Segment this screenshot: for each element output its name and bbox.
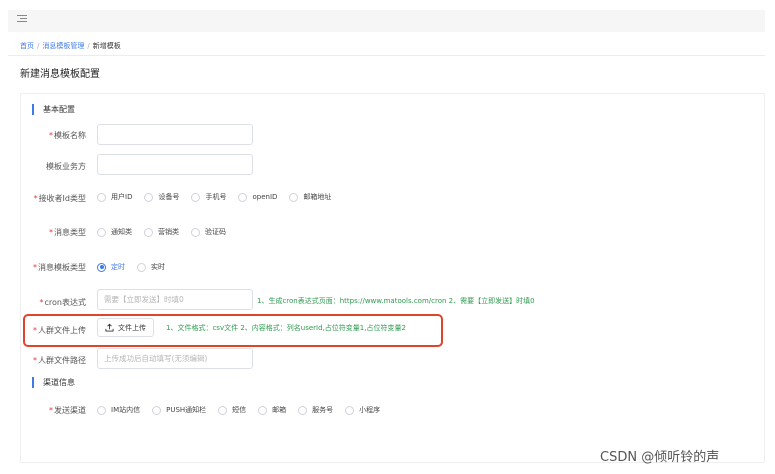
- radio-circle: [238, 192, 248, 202]
- radio-receiver-device-id[interactable]: 设备号: [144, 192, 179, 202]
- radio-circle-checked: [97, 262, 106, 272]
- radio-circle: [97, 192, 106, 202]
- crowd-file-path-label: *人群文件路径: [33, 356, 86, 365]
- radio-circle: [298, 405, 308, 415]
- radio-circle: [191, 227, 200, 237]
- template-name-label: *模板名称: [49, 131, 86, 140]
- breadcrumb-separator: /: [87, 42, 90, 50]
- radio-circle: [137, 262, 146, 272]
- radio-channel-mini-program[interactable]: 小程序: [345, 405, 380, 415]
- message-type-label: *消息类型: [49, 228, 86, 237]
- breadcrumb-current: 新增模板: [92, 42, 121, 50]
- radio-circle: [144, 227, 153, 237]
- receiver-id-type-group: 用户ID 设备号 手机号 openID 邮箱地址: [97, 192, 343, 202]
- radio-circle: [218, 405, 228, 415]
- radio-circle: [97, 405, 106, 415]
- breadcrumb-template-management[interactable]: 消息模板管理: [42, 42, 84, 50]
- page-title: 新建消息模板配置: [20, 69, 100, 80]
- radio-channel-service-account[interactable]: 服务号: [298, 405, 333, 415]
- section-channel-info: 渠道信息: [32, 377, 75, 388]
- highlight-annotation-box: [23, 314, 443, 347]
- section-accent-bar: [32, 377, 34, 388]
- radio-channel-im[interactable]: IM站内信: [97, 405, 140, 415]
- send-channel-group: IM站内信 PUSH通知栏 短信 邮箱 服务号 小程序: [97, 405, 392, 415]
- template-name-input[interactable]: [97, 124, 253, 145]
- radio-channel-email[interactable]: 邮箱: [258, 405, 286, 415]
- template-type-label: *消息模板类型: [33, 263, 86, 272]
- cron-expression-input[interactable]: [97, 289, 253, 310]
- radio-channel-push[interactable]: PUSH通知栏: [152, 405, 206, 415]
- radio-message-marketing[interactable]: 营销类: [144, 227, 179, 237]
- receiver-id-type-label: *接收者Id类型: [33, 194, 86, 203]
- radio-circle: [97, 227, 106, 237]
- breadcrumb: 首页 / 消息模板管理 / 新增模板: [20, 41, 121, 51]
- template-type-group: 定时 实时: [97, 262, 177, 272]
- cron-expression-label: *cron表达式: [39, 298, 86, 307]
- radio-receiver-openid[interactable]: openID: [238, 192, 277, 202]
- radio-circle: [258, 405, 268, 415]
- radio-template-realtime[interactable]: 实时: [137, 262, 165, 272]
- radio-receiver-phone[interactable]: 手机号: [191, 192, 226, 202]
- radio-receiver-email[interactable]: 邮箱地址: [289, 192, 331, 202]
- radio-circle: [289, 192, 299, 202]
- section-basic-config: 基本配置: [32, 104, 75, 115]
- radio-circle: [345, 405, 355, 415]
- radio-template-scheduled[interactable]: 定时: [97, 262, 125, 272]
- cron-hint: 1、生成cron表达式页面：https://www.matools.com/cr…: [257, 297, 535, 305]
- top-bar: [8, 10, 765, 32]
- template-business-input[interactable]: [97, 154, 253, 175]
- send-channel-label: *发送渠道: [49, 406, 86, 415]
- watermark: CSDN @倾听铃的声: [600, 450, 720, 465]
- menu-collapse-icon[interactable]: [17, 14, 27, 24]
- breadcrumb-separator: /: [37, 42, 40, 50]
- radio-circle: [152, 405, 162, 415]
- section-accent-bar: [32, 104, 34, 115]
- breadcrumb-divider: [8, 55, 765, 56]
- radio-message-notice[interactable]: 通知类: [97, 227, 132, 237]
- radio-receiver-user-id[interactable]: 用户ID: [97, 192, 132, 202]
- template-business-label: 模板业务方: [46, 162, 86, 171]
- radio-circle: [144, 192, 154, 202]
- crowd-file-path-input[interactable]: [97, 348, 253, 369]
- radio-message-verification[interactable]: 验证码: [191, 227, 226, 237]
- radio-channel-sms[interactable]: 短信: [218, 405, 246, 415]
- section-title: 基本配置: [43, 105, 75, 114]
- radio-circle: [191, 192, 201, 202]
- breadcrumb-home[interactable]: 首页: [20, 42, 34, 50]
- message-type-group: 通知类 营销类 验证码: [97, 227, 238, 237]
- section-title: 渠道信息: [43, 378, 75, 387]
